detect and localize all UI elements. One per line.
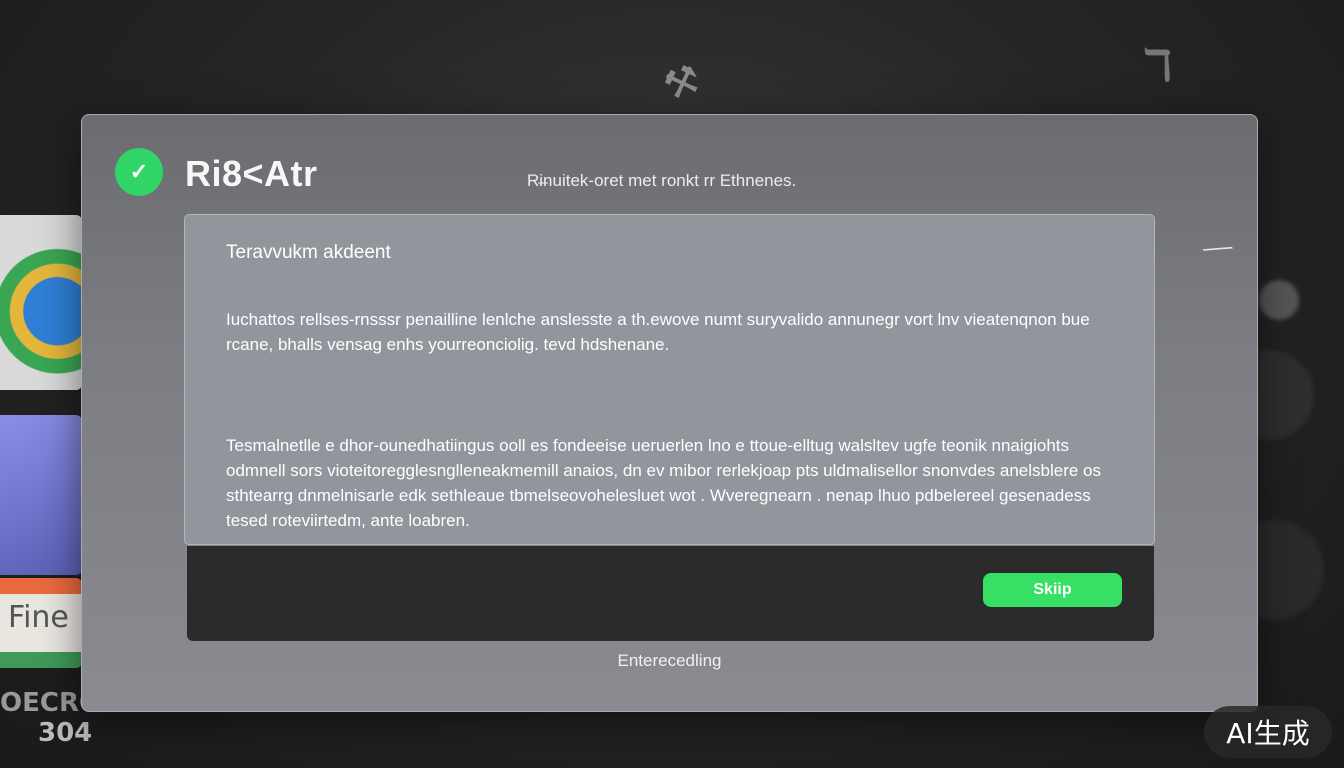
pin-icon[interactable]: ⟋ xyxy=(1197,231,1236,270)
background-tool-icon: ⚒ xyxy=(657,55,707,111)
background-glyph-icon: ℸ xyxy=(1141,40,1172,91)
panel-paragraph: Iuchattos rellses-rnsssr penailline lenl… xyxy=(226,310,1090,354)
background-blob xyxy=(1259,280,1299,320)
panel-heading: Teravvukm akdeent xyxy=(226,242,391,263)
content-panel: Teravvukm akdeent Iuchattos rellses-rnss… xyxy=(184,214,1155,545)
background-app-tile xyxy=(0,215,82,390)
ai-generated-watermark: AI生成 xyxy=(1204,706,1332,758)
background-app-tile xyxy=(0,415,82,575)
background-app-tile: Fine xyxy=(0,578,82,668)
check-icon: ✓ xyxy=(115,148,163,196)
app-title: Ri8<Atr xyxy=(185,153,318,194)
skip-button[interactable]: Skiip xyxy=(983,573,1122,607)
footer-status: Enterecedling xyxy=(617,651,722,670)
panel-paragraph: Tesmalnetlle e dhor-ounedhatiingus ooll … xyxy=(226,436,1102,530)
action-bar: Skiip xyxy=(187,546,1154,641)
modal-dialog: ✓ Ri8<Atr Ri̶nuitek-oret met ronkt rr Et… xyxy=(81,114,1258,712)
header-subtitle: Ri̶nuitek-oret met ronkt rr Ethnenes. xyxy=(527,171,797,190)
background-tile-label: Fine xyxy=(8,600,69,635)
